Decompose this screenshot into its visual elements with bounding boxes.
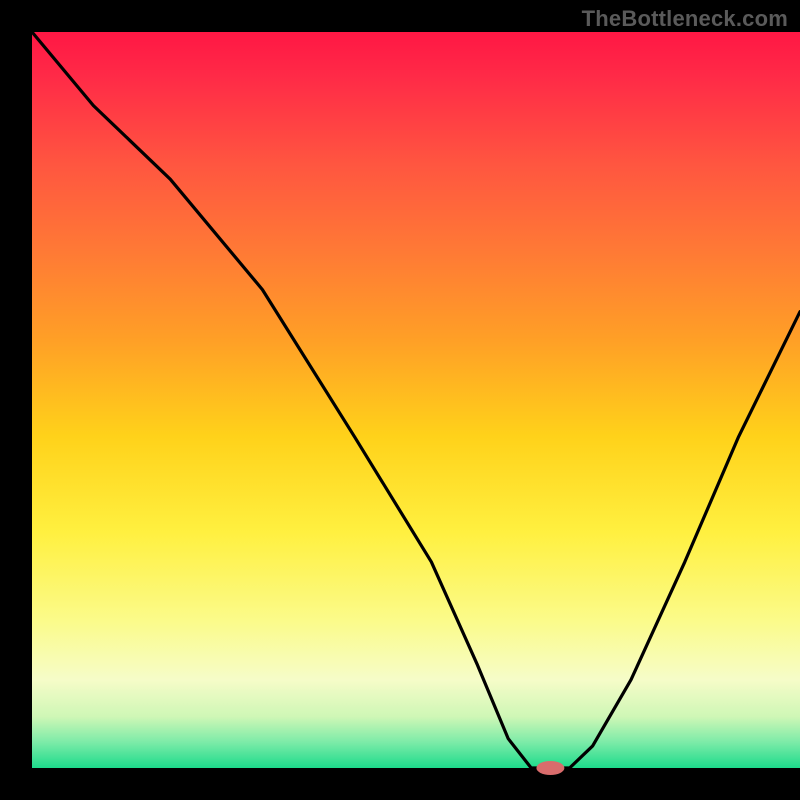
bottleneck-chart	[0, 0, 800, 800]
watermark-label: TheBottleneck.com	[582, 6, 788, 32]
optimal-marker	[536, 761, 564, 775]
chart-container: TheBottleneck.com	[0, 0, 800, 800]
plot-background	[32, 32, 800, 768]
